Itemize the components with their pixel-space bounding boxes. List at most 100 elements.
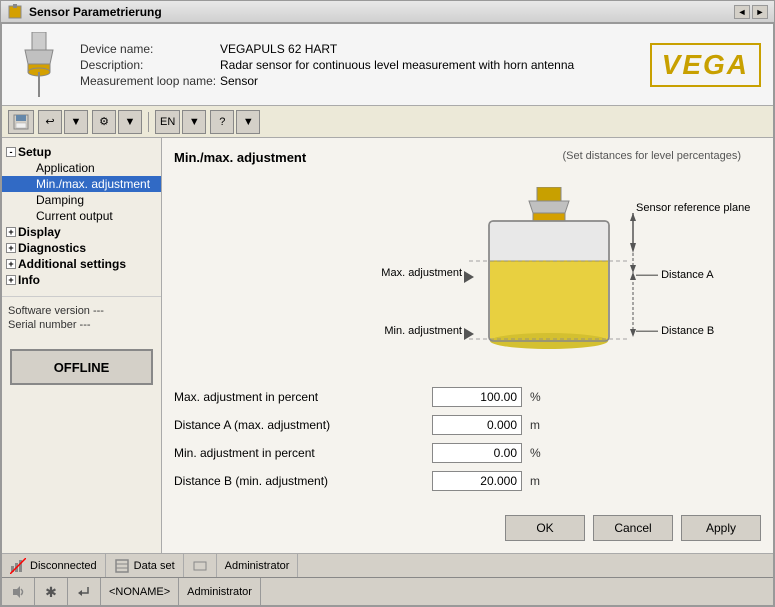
toolbar-help-btn[interactable]: ? (210, 110, 234, 134)
next-btn[interactable]: ► (752, 5, 768, 19)
tree-label-diagnostics: Diagnostics (18, 241, 86, 255)
window-icon (7, 4, 23, 20)
field-input-3[interactable] (432, 471, 522, 491)
field-input-1[interactable] (432, 415, 522, 435)
dataset-icon (114, 558, 130, 574)
toolbar-lang-btn[interactable]: EN (155, 110, 180, 134)
toolbar: ↩ ▼ ⚙ ▼ EN ▼ ? ▼ (2, 106, 773, 138)
field-unit-1: m (530, 418, 540, 432)
asterisk-icon: ✱ (43, 584, 59, 600)
tree-item-additional[interactable]: + Additional settings (2, 256, 161, 272)
tree-item-application[interactable]: Application (2, 160, 161, 176)
label-sensor-ref: Sensor reference plane (636, 202, 750, 214)
form-section: Max. adjustment in percent % Distance A … (174, 387, 761, 491)
toolbar-save-btn[interactable] (8, 110, 34, 134)
field-input-2[interactable] (432, 443, 522, 463)
label-distance-a: —— Distance A (636, 269, 714, 281)
status-disconnected: Disconnected (30, 560, 97, 572)
field-unit-3: m (530, 474, 540, 488)
toolbar-lang-dropdown[interactable]: EN ▼ (155, 110, 206, 134)
main-window: Device name: VEGAPULS 62 HART Descriptio… (0, 22, 775, 607)
field-label-0: Max. adjustment in percent (174, 390, 424, 404)
ok-button[interactable]: OK (505, 515, 585, 541)
tree-label-info: Info (18, 273, 40, 287)
cancel-button[interactable]: Cancel (593, 515, 673, 541)
empty-box-icon (192, 558, 208, 574)
tree-label-min-max: Min./max. adjustment (36, 177, 150, 191)
return-icon (76, 584, 92, 600)
panel-header: Min./max. adjustment (Set distances for … (174, 150, 761, 169)
expand-additional[interactable]: + (6, 259, 16, 269)
serial-number: Serial number --- (8, 319, 155, 331)
tree-item-info[interactable]: + Info (2, 272, 161, 288)
toolbar-tools-btn[interactable]: ⚙ (92, 110, 116, 134)
taskbar-noname: <NONAME> (109, 586, 170, 598)
window-title: Sensor Parametrierung (29, 5, 728, 19)
field-unit-0: % (530, 390, 541, 404)
label-min-adjustment: Min. adjustment (342, 325, 462, 337)
status-segment-dataset: Data set (106, 554, 184, 577)
label-distance-b: —— Distance B (636, 325, 714, 337)
status-bar: Disconnected Data set Administrator (2, 553, 773, 577)
tree-label-setup: Setup (18, 145, 51, 159)
description-label: Description: (80, 58, 220, 72)
expand-diagnostics[interactable]: + (6, 243, 16, 253)
tree-label-current-output: Current output (36, 209, 113, 223)
expand-setup[interactable]: - (6, 147, 16, 157)
toolbar-help-arrow[interactable]: ▼ (236, 110, 260, 134)
panel-title: Min./max. adjustment (174, 150, 306, 165)
toolbar-tools-arrow[interactable]: ▼ (118, 110, 142, 134)
taskbar-segment-3[interactable] (68, 578, 101, 605)
expand-info[interactable]: + (6, 275, 16, 285)
tree-item-display[interactable]: + Display (2, 224, 161, 240)
tree-item-damping[interactable]: Damping (2, 192, 161, 208)
taskbar-segment-2[interactable]: ✱ (35, 578, 68, 605)
toolbar-lang-arrow[interactable]: ▼ (182, 110, 206, 134)
taskbar-segment-1 (2, 578, 35, 605)
toolbar-help-dropdown[interactable]: ? ▼ (210, 110, 260, 134)
toolbar-back-btn[interactable]: ↩ (38, 110, 62, 134)
device-name-value: VEGAPULS 62 HART (220, 42, 634, 56)
status-segment-empty (184, 554, 217, 577)
field-label-2: Min. adjustment in percent (174, 446, 424, 460)
offline-button[interactable]: OFFLINE (10, 349, 153, 385)
panel-subtitle: (Set distances for level percentages) (562, 150, 741, 162)
main-panel: Min./max. adjustment (Set distances for … (162, 138, 773, 553)
tree-label-additional: Additional settings (18, 257, 126, 271)
speaker-icon (10, 584, 26, 600)
window-controls[interactable]: ◄ ► (734, 5, 768, 19)
measurement-loop-label: Measurement loop name: (80, 74, 220, 88)
tree-item-min-max[interactable]: Min./max. adjustment (2, 176, 161, 192)
tree-item-diagnostics[interactable]: + Diagnostics (2, 240, 161, 256)
tree-item-current-output[interactable]: Current output (2, 208, 161, 224)
toolbar-tools-dropdown[interactable]: ⚙ ▼ (92, 110, 142, 134)
measurement-loop-value: Sensor (220, 74, 634, 88)
diagram-area: Max. adjustment Min. adjustment (174, 177, 761, 371)
software-version: Software version --- (8, 305, 155, 317)
device-icon (14, 32, 64, 97)
toolbar-back-arrow[interactable]: ▼ (64, 110, 88, 134)
field-label-3: Distance B (min. adjustment) (174, 474, 424, 488)
taskbar: ✱ <NONAME> Administrator (2, 577, 773, 605)
sidebar: - Setup Application Min./max. adjustment… (2, 138, 162, 553)
status-administrator: Administrator (225, 560, 290, 572)
action-buttons: OK Cancel Apply (174, 515, 761, 541)
disconnected-icon (10, 558, 26, 574)
taskbar-segment-admin: Administrator (179, 578, 261, 605)
device-name-label: Device name: (80, 42, 220, 56)
device-header: Device name: VEGAPULS 62 HART Descriptio… (2, 24, 773, 106)
field-unit-2: % (530, 446, 541, 460)
expand-display[interactable]: + (6, 227, 16, 237)
prev-btn[interactable]: ◄ (734, 5, 750, 19)
content-area: - Setup Application Min./max. adjustment… (2, 138, 773, 553)
status-segment-admin: Administrator (217, 554, 299, 577)
tree-item-setup[interactable]: - Setup (2, 144, 161, 160)
form-row-1: Distance A (max. adjustment) m (174, 415, 761, 435)
field-input-0[interactable] (432, 387, 522, 407)
toolbar-dropdown-1[interactable]: ↩ ▼ (38, 110, 88, 134)
tree-label-display: Display (18, 225, 61, 239)
form-row-0: Max. adjustment in percent % (174, 387, 761, 407)
form-row-2: Min. adjustment in percent % (174, 443, 761, 463)
apply-button[interactable]: Apply (681, 515, 761, 541)
distance-b-bracket (629, 272, 637, 337)
